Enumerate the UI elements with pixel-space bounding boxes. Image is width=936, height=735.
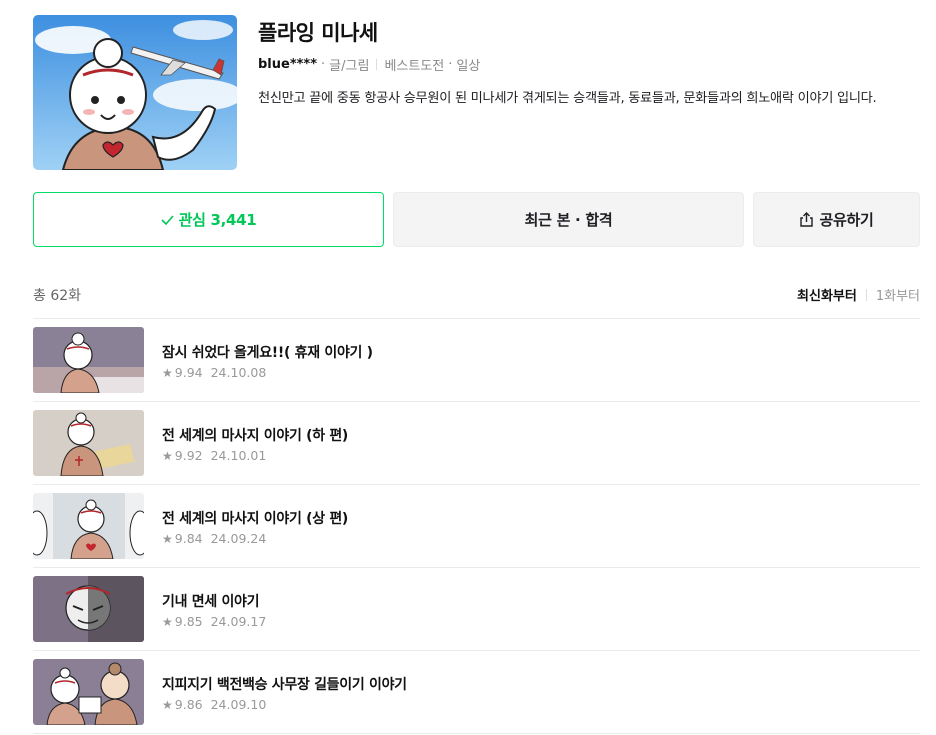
sort-divider bbox=[865, 288, 867, 301]
series-description: 천신만고 끝에 중동 항공사 승무원이 된 미나세가 겪게되는 승객들과, 동료… bbox=[258, 91, 877, 106]
author-name[interactable]: blue**** bbox=[258, 57, 317, 72]
episode-date: 24.09.17 bbox=[210, 614, 267, 629]
share-button[interactable]: 공유하기 bbox=[753, 192, 920, 247]
sort-options: 최신화부터 1화부터 bbox=[797, 285, 920, 304]
meta-divider bbox=[376, 59, 378, 70]
recent-viewed-label: 최근 본 · 합격 bbox=[524, 211, 613, 229]
episode-title: 지피지기 백전백승 사무장 길들이기 이야기 bbox=[162, 677, 407, 693]
star-icon: ★ bbox=[162, 614, 173, 629]
favorite-button[interactable]: 관심 3,441 bbox=[33, 192, 384, 247]
episode-row[interactable]: 지피지기 백전백승 사무장 길들이기 이야기 ★ 9.86 24.09.10 bbox=[33, 651, 920, 734]
episode-thumbnail bbox=[33, 576, 144, 642]
favorite-label: 관심 3,441 bbox=[178, 211, 257, 229]
series-meta: blue**** · 글/그림 베스트도전 · 일상 bbox=[258, 55, 480, 74]
star-icon: ★ bbox=[162, 531, 173, 546]
sort-first-button[interactable]: 1화부터 bbox=[876, 285, 920, 304]
episode-rating: 9.85 bbox=[174, 614, 203, 629]
meta-dot: · bbox=[448, 57, 453, 72]
episode-row[interactable]: 전 세계의 마사지 이야기 (하 편) ★ 9.92 24.10.01 bbox=[33, 402, 920, 485]
episode-title: 기내 면세 이야기 bbox=[162, 594, 260, 610]
episode-row[interactable]: 기내 면세 이야기 ★ 9.85 24.09.17 bbox=[33, 568, 920, 651]
episode-rating: 9.84 bbox=[174, 531, 203, 546]
episode-title: 잠시 쉬었다 올게요!!( 휴재 이야기 ) bbox=[162, 345, 373, 361]
series-title: 플라잉 미나세 bbox=[258, 21, 378, 45]
episode-rating: 9.92 bbox=[174, 448, 203, 463]
recent-viewed-button[interactable]: 최근 본 · 합격 bbox=[393, 192, 744, 247]
episode-thumbnail bbox=[33, 327, 144, 393]
episode-meta: ★ 9.94 24.10.08 bbox=[162, 365, 266, 380]
episode-meta: ★ 9.92 24.10.01 bbox=[162, 448, 266, 463]
genre-tag[interactable]: 일상 bbox=[456, 55, 480, 74]
episode-date: 24.09.24 bbox=[210, 531, 267, 546]
episode-meta: ★ 9.86 24.09.10 bbox=[162, 697, 266, 712]
sort-newest-button[interactable]: 최신화부터 bbox=[797, 285, 857, 304]
episode-date: 24.09.10 bbox=[210, 697, 267, 712]
episode-meta: ★ 9.85 24.09.17 bbox=[162, 614, 266, 629]
episode-rating: 9.86 bbox=[174, 697, 203, 712]
episode-date: 24.10.01 bbox=[210, 448, 267, 463]
episode-thumbnail bbox=[33, 659, 144, 725]
badge-best-challenge[interactable]: 베스트도전 bbox=[384, 55, 444, 74]
author-role: 글/그림 bbox=[329, 59, 370, 74]
meta-dot: · bbox=[321, 57, 326, 72]
series-cover-image[interactable] bbox=[33, 15, 237, 170]
check-icon bbox=[160, 214, 174, 225]
episode-title: 전 세계의 마사지 이야기 (상 편) bbox=[162, 511, 349, 527]
episode-thumbnail bbox=[33, 410, 144, 476]
star-icon: ★ bbox=[162, 448, 173, 463]
episode-rating: 9.94 bbox=[174, 365, 203, 380]
episode-title: 전 세계의 마사지 이야기 (하 편) bbox=[162, 428, 349, 444]
series-info: 플라잉 미나세 blue**** · 글/그림 베스트도전 · 일상 천신만고 … bbox=[33, 15, 920, 171]
episode-date: 24.10.08 bbox=[210, 365, 267, 380]
episode-row[interactable]: 전 세계의 마사지 이야기 (상 편) ★ 9.84 24.09.24 bbox=[33, 485, 920, 568]
episode-row[interactable]: 잠시 쉬었다 올게요!!( 휴재 이야기 ) ★ 9.94 24.10.08 bbox=[33, 319, 920, 402]
episode-meta: ★ 9.84 24.09.24 bbox=[162, 531, 266, 546]
star-icon: ★ bbox=[162, 365, 173, 380]
episode-list: 잠시 쉬었다 올게요!!( 휴재 이야기 ) ★ 9.94 24.10.08 전… bbox=[33, 318, 920, 734]
star-icon: ★ bbox=[162, 697, 173, 712]
episode-count: 총 62화 bbox=[33, 288, 82, 304]
share-icon bbox=[799, 212, 814, 227]
episode-thumbnail bbox=[33, 493, 144, 559]
share-label: 공유하기 bbox=[819, 211, 874, 229]
